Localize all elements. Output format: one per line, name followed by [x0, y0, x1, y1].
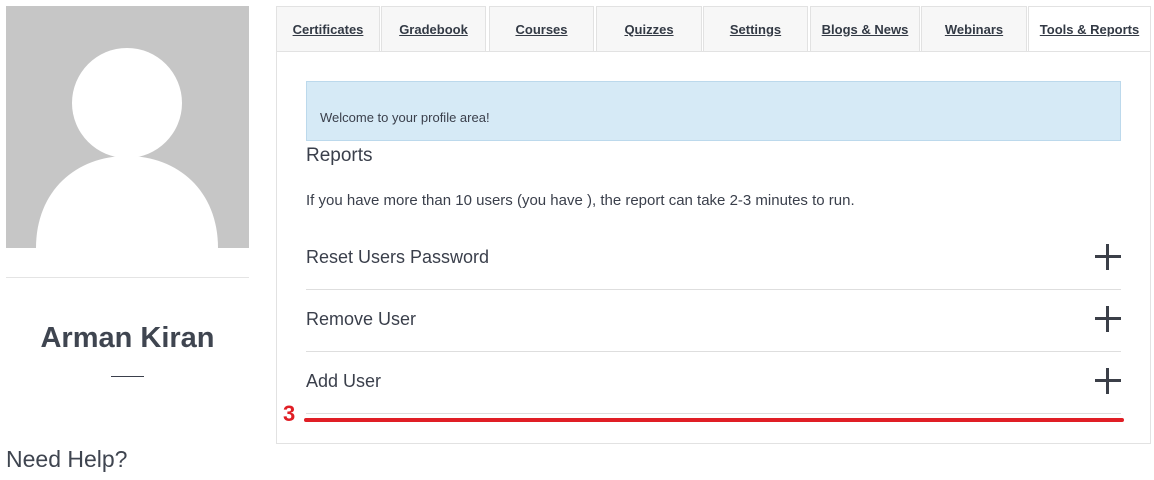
accordion-label: Reset Users Password	[306, 247, 490, 267]
plus-icon[interactable]	[1095, 306, 1121, 332]
tab-certificates[interactable]: Certificates	[276, 6, 380, 52]
plus-icon[interactable]	[1095, 244, 1121, 270]
tab-courses[interactable]: Courses	[489, 6, 594, 52]
tab-gradebook[interactable]: Gradebook	[381, 6, 486, 52]
accordion-remove-user[interactable]: Remove User	[306, 290, 1121, 352]
plus-icon[interactable]	[1095, 368, 1121, 394]
accordion-label: Add User	[306, 371, 382, 391]
tab-webinars[interactable]: Webinars	[921, 6, 1027, 52]
reports-heading: Reports	[306, 145, 373, 166]
welcome-notice: Welcome to your profile area!	[306, 81, 1121, 141]
annotation-number: 3	[283, 401, 296, 426]
need-help-heading: Need Help?	[6, 446, 128, 472]
reports-note: If you have more than 10 users (you have…	[306, 192, 855, 209]
name-underline	[111, 376, 144, 377]
accordion-label: Remove User	[306, 309, 417, 329]
tab-blogs-news[interactable]: Blogs & News	[810, 6, 920, 52]
profile-name: Arman Kiran	[40, 322, 215, 354]
accordion-reset-users-password[interactable]: Reset Users Password	[306, 228, 1121, 290]
avatar	[6, 6, 249, 248]
tab-tools-reports[interactable]: Tools & Reports	[1028, 6, 1151, 52]
accordion-add-user[interactable]: Add User	[306, 352, 1121, 414]
tab-quizzes[interactable]: Quizzes	[596, 6, 702, 52]
user-silhouette-icon	[36, 48, 218, 248]
tab-settings[interactable]: Settings	[703, 6, 808, 52]
profile-divider	[6, 277, 249, 278]
annotation-underline	[304, 418, 1124, 422]
